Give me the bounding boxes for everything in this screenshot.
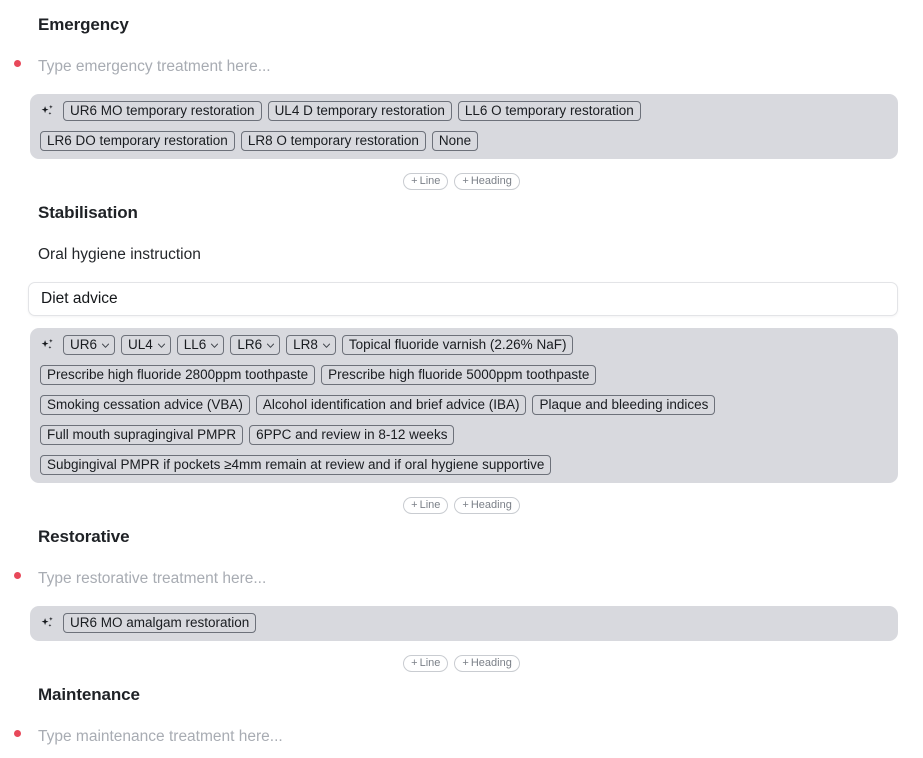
- add-block-toolbar-restorative: + Line + Heading: [0, 655, 923, 672]
- suggestion-chip[interactable]: Topical fluoride varnish (2.26% NaF): [341, 335, 574, 355]
- treatment-entry-row-maintenance[interactable]: Type maintenance treatment here...: [0, 726, 923, 748]
- ai-suggestion-panel-emergency: UR6 MO temporary restoration UL4 D tempor…: [30, 94, 898, 159]
- chevron-down-icon: [266, 341, 275, 350]
- suggestion-chip-label: LR6: [237, 337, 263, 352]
- bullet-dot-icon: [14, 572, 21, 579]
- plus-icon: +: [411, 175, 418, 187]
- plus-icon: +: [411, 657, 418, 669]
- add-heading-button-label: Heading: [470, 175, 512, 187]
- section-heading-restorative: Restorative: [38, 527, 130, 546]
- section-heading-stabilisation: Stabilisation: [38, 203, 138, 222]
- add-block-toolbar-emergency: + Line + Heading: [0, 173, 923, 190]
- suggestion-chip-label: Prescribe high fluoride 2800ppm toothpas…: [47, 367, 309, 382]
- section-heading-maintenance: Maintenance: [38, 685, 140, 704]
- suggestion-chip[interactable]: LR6 DO temporary restoration: [40, 131, 235, 151]
- ai-suggestion-panel-restorative: UR6 MO amalgam restoration: [30, 606, 898, 641]
- treatment-entry-row-restorative[interactable]: Type restorative treatment here...: [0, 568, 923, 590]
- treatment-entry-row-emergency[interactable]: Type emergency treatment here...: [0, 56, 923, 78]
- add-heading-button[interactable]: + Heading: [454, 173, 520, 190]
- bullet-dot-icon: [14, 730, 21, 737]
- chevron-down-icon: [210, 341, 219, 350]
- treatment-placeholder-maintenance[interactable]: Type maintenance treatment here...: [38, 726, 283, 748]
- bullet-dot-icon: [14, 60, 21, 67]
- treatment-placeholder-restorative[interactable]: Type restorative treatment here...: [38, 568, 266, 590]
- suggestion-chip-label: Alcohol identification and brief advice …: [262, 397, 520, 412]
- suggestion-chip[interactable]: None: [431, 131, 479, 151]
- plus-icon: +: [462, 657, 469, 669]
- suggestion-chip-label: LL6: [183, 337, 207, 352]
- suggestion-chip-label: LR8: [293, 337, 318, 352]
- add-heading-button-label: Heading: [470, 657, 512, 669]
- sparkle-icon: [40, 101, 55, 121]
- treatment-input-value: Diet advice: [41, 290, 118, 307]
- treatment-plan-editor: Emergency Type emergency treatment here..…: [0, 0, 923, 758]
- treatment-text-line-stabilisation[interactable]: Oral hygiene instruction: [0, 244, 923, 266]
- suggestion-chip[interactable]: UL4 D temporary restoration: [267, 101, 452, 121]
- suggestion-chip[interactable]: Smoking cessation advice (VBA): [40, 395, 250, 415]
- suggestion-chip[interactable]: UR6 MO temporary restoration: [63, 101, 262, 121]
- add-heading-button-label: Heading: [470, 499, 512, 511]
- plus-icon: +: [411, 499, 418, 511]
- add-line-button[interactable]: + Line: [403, 655, 449, 672]
- suggestion-dropdown-chip[interactable]: LL6: [176, 335, 225, 355]
- plus-icon: +: [462, 175, 469, 187]
- suggestion-chip[interactable]: Prescribe high fluoride 2800ppm toothpas…: [40, 365, 316, 385]
- add-block-toolbar-stabilisation: + Line + Heading: [0, 497, 923, 514]
- add-line-button-label: Line: [419, 175, 441, 187]
- suggestion-chip-label: Smoking cessation advice (VBA): [47, 397, 243, 412]
- section-heading-emergency: Emergency: [38, 15, 129, 34]
- add-heading-button[interactable]: + Heading: [454, 655, 520, 672]
- suggestion-chip[interactable]: Alcohol identification and brief advice …: [255, 395, 527, 415]
- suggestion-dropdown-chip[interactable]: UR6: [63, 335, 116, 355]
- suggestion-chip-label: Plaque and bleeding indices: [539, 397, 709, 412]
- add-line-button-label: Line: [419, 499, 441, 511]
- suggestion-chip[interactable]: Full mouth supragingival PMPR: [40, 425, 244, 445]
- suggestion-chip[interactable]: Subgingival PMPR if pockets ≥4mm remain …: [40, 455, 552, 475]
- suggestion-chip-label: 6PPC and review in 8-12 weeks: [256, 427, 448, 442]
- suggestion-chip[interactable]: LL6 O temporary restoration: [457, 101, 641, 121]
- suggestion-dropdown-chip[interactable]: LR8: [286, 335, 336, 355]
- suggestion-chip-label: LR8 O temporary restoration: [247, 133, 419, 148]
- suggestion-chip-label: Topical fluoride varnish (2.26% NaF): [348, 337, 567, 352]
- suggestion-chip[interactable]: Prescribe high fluoride 5000ppm toothpas…: [321, 365, 597, 385]
- suggestion-chip-label: UR6: [70, 337, 98, 352]
- treatment-input-stabilisation[interactable]: Diet advice: [28, 282, 898, 316]
- add-line-button-label: Line: [419, 657, 441, 669]
- suggestion-chip-label: UL4 D temporary restoration: [274, 103, 445, 118]
- suggestion-chip-label: None: [438, 133, 472, 148]
- suggestion-chip-label: Prescribe high fluoride 5000ppm toothpas…: [328, 367, 590, 382]
- suggestion-chip-label: Full mouth supragingival PMPR: [47, 427, 237, 442]
- add-line-button[interactable]: + Line: [403, 497, 449, 514]
- suggestion-chip[interactable]: UR6 MO amalgam restoration: [63, 613, 257, 633]
- sparkle-icon: [40, 613, 55, 633]
- suggestion-dropdown-chip[interactable]: UL4: [121, 335, 171, 355]
- suggestion-chip-label: UL4: [128, 337, 153, 352]
- suggestion-chip[interactable]: Plaque and bleeding indices: [532, 395, 716, 415]
- suggestion-chip[interactable]: LR8 O temporary restoration: [240, 131, 426, 151]
- chevron-down-icon: [322, 341, 331, 350]
- suggestion-chip-label: UR6 MO temporary restoration: [70, 103, 255, 118]
- plus-icon: +: [462, 499, 469, 511]
- chevron-down-icon: [157, 341, 166, 350]
- suggestion-chip-label: Subgingival PMPR if pockets ≥4mm remain …: [47, 457, 545, 472]
- suggestion-chip-label: LL6 O temporary restoration: [464, 103, 634, 118]
- add-line-button[interactable]: + Line: [403, 173, 449, 190]
- suggestion-dropdown-chip[interactable]: LR6: [230, 335, 281, 355]
- suggestion-chip-label: LR6 DO temporary restoration: [47, 133, 228, 148]
- sparkle-icon: [40, 335, 55, 355]
- suggestion-chip-label: UR6 MO amalgam restoration: [70, 615, 250, 630]
- chevron-down-icon: [101, 341, 110, 350]
- add-heading-button[interactable]: + Heading: [454, 497, 520, 514]
- suggestion-chip[interactable]: 6PPC and review in 8-12 weeks: [249, 425, 455, 445]
- ai-suggestion-panel-stabilisation: UR6 UL4 LL6 LR6 LR8 Topical fluoride varnish …: [30, 328, 898, 483]
- treatment-placeholder-emergency[interactable]: Type emergency treatment here...: [38, 56, 271, 78]
